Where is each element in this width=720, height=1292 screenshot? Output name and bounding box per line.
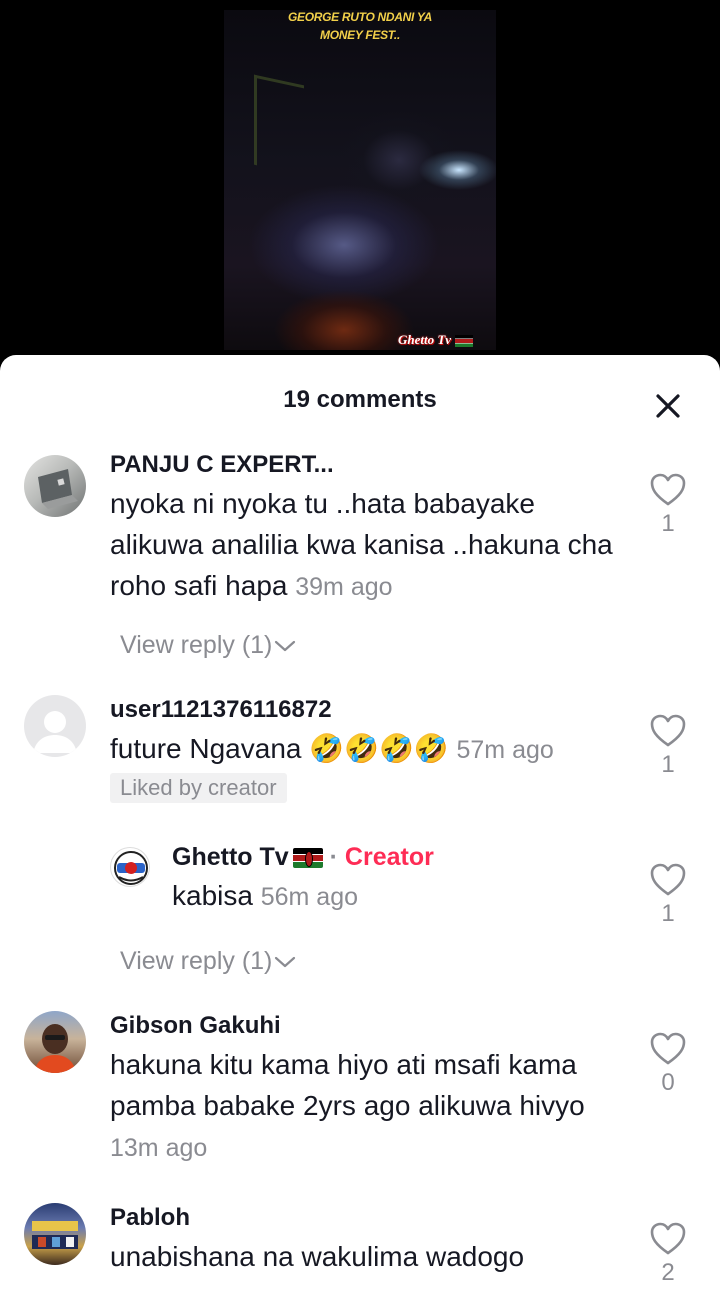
close-button[interactable] (650, 388, 686, 424)
heart-icon (650, 473, 686, 506)
comment-text: hakuna kitu kama hiyo ati msafi kama pam… (110, 1049, 585, 1121)
video-watermark: Ghetto Tv (398, 332, 474, 348)
creator-label: Creator (344, 843, 434, 871)
view-reply-label: View reply (1) (120, 947, 273, 975)
video-player[interactable]: GEORGE RUTO NDANI YA MONEY FEST.. Ghetto… (0, 0, 720, 360)
comment-username[interactable]: Pabloh (110, 1203, 630, 1233)
chevron-down-icon (275, 957, 296, 968)
ghetto-tv-logo-icon (114, 851, 148, 885)
like-button[interactable]: 1 (648, 713, 688, 781)
comment-text-block: nyoka ni nyoka tu ..hata babayake alikuw… (110, 483, 630, 608)
comment-body: PANJU C EXPERT... nyoka ni nyoka tu ..ha… (110, 450, 630, 608)
comment-username[interactable]: user1121376116872 (110, 695, 630, 725)
liked-by-creator-badge: Liked by creator (110, 773, 287, 803)
sheet-header: 19 comments (0, 355, 720, 447)
kenya-flag-icon (455, 335, 474, 348)
comment-text: kabisa (172, 880, 253, 911)
view-reply-button[interactable]: View reply (1) (120, 631, 296, 660)
badge-row: Liked by creator (110, 773, 630, 803)
comment-body: Pabloh unabishana na wakulima wadogo (110, 1203, 630, 1277)
view-reply-button[interactable]: View reply (1) (120, 947, 296, 976)
comment-body: user1121376116872 future Ngavana 🤣🤣🤣🤣 57… (110, 695, 630, 803)
avatar[interactable] (24, 1011, 86, 1073)
comment-text-block: hakuna kitu kama hiyo ati msafi kama pam… (110, 1044, 630, 1169)
video-frame[interactable] (224, 10, 496, 350)
chevron-down-icon (275, 641, 296, 652)
comments-count-title: 19 comments (283, 386, 437, 413)
like-count: 0 (661, 1069, 675, 1096)
video-title-line1: GEORGE RUTO NDANI YA (287, 10, 433, 24)
shop-photo-avatar-icon (32, 1221, 78, 1249)
comment-text-block: kabisa 56m ago (172, 875, 632, 918)
like-button[interactable]: 1 (648, 472, 688, 540)
heart-icon (650, 863, 686, 896)
comment-time: 56m ago (260, 883, 359, 911)
comment-username[interactable]: PANJU C EXPERT... (110, 450, 630, 480)
like-count: 1 (661, 510, 675, 537)
comment-time: 57m ago (456, 736, 554, 764)
comment-time: 13m ago (110, 1134, 208, 1162)
like-button[interactable]: 0 (648, 1031, 688, 1099)
like-count: 2 (661, 1259, 675, 1286)
reply-header: Ghetto Tv · Creator (172, 842, 632, 872)
like-button[interactable]: 2 (648, 1221, 688, 1289)
avatar[interactable] (24, 455, 86, 517)
close-icon (656, 394, 680, 418)
separator-dot: · (329, 843, 338, 871)
laptop-avatar-icon (38, 469, 78, 509)
video-title-overlay: GEORGE RUTO NDANI YA MONEY FEST.. (224, 8, 496, 44)
heart-icon (650, 1032, 686, 1065)
watermark-text: Ghetto Tv (398, 332, 452, 347)
comment-body: Gibson Gakuhi hakuna kitu kama hiyo ati … (110, 1011, 630, 1169)
comment-time: 39m ago (295, 573, 393, 601)
view-reply-label: View reply (1) (120, 631, 273, 659)
video-title-line2: MONEY FEST.. (320, 28, 400, 42)
person-photo-avatar-icon (34, 1024, 76, 1073)
comment-text-block: unabishana na wakulima wadogo (110, 1236, 630, 1277)
comment-body: Ghetto Tv · Creator kabisa 56m ago (172, 842, 632, 918)
heart-icon (650, 1222, 686, 1255)
comment-username[interactable]: Ghetto Tv (172, 843, 289, 871)
like-count: 1 (661, 751, 675, 778)
comments-sheet: 19 comments PANJU C EXPERT... nyoka ni n… (0, 355, 720, 1292)
comment-username[interactable]: Gibson Gakuhi (110, 1011, 630, 1041)
comment-text: unabishana na wakulima wadogo (110, 1241, 525, 1272)
like-count: 1 (661, 900, 675, 927)
avatar[interactable] (24, 695, 86, 757)
avatar[interactable] (24, 1203, 86, 1265)
comment-text: future Ngavana 🤣🤣🤣🤣 (110, 733, 449, 764)
avatar[interactable] (110, 847, 150, 887)
default-user-avatar-icon (33, 711, 77, 753)
heart-icon (650, 714, 686, 747)
video-lamp-shape (254, 74, 304, 176)
kenya-flag-icon (292, 848, 323, 869)
comment-text-block: future Ngavana 🤣🤣🤣🤣 57m ago (110, 728, 630, 771)
like-button[interactable]: 1 (648, 862, 688, 930)
